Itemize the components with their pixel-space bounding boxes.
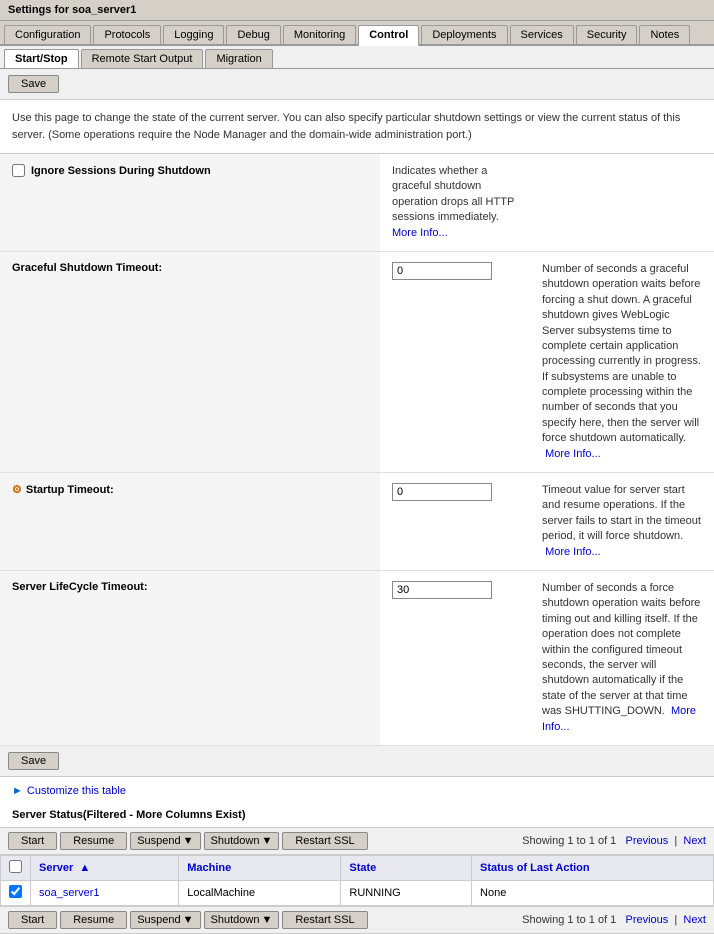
startup-timeout-label-cell: ⚙ Startup Timeout:: [0, 473, 380, 571]
tab-logging[interactable]: Logging: [163, 25, 224, 44]
startup-timeout-row: ⚙ Startup Timeout: Timeout value for serv…: [0, 473, 714, 571]
bottom-suspend-dropdown[interactable]: Suspend ▼: [130, 911, 200, 929]
top-tab-bar: Configuration Protocols Logging Debug Mo…: [0, 21, 714, 46]
graceful-timeout-input-cell: [380, 251, 530, 472]
bottom-save-button[interactable]: Save: [8, 752, 59, 770]
state-col-label: State: [349, 862, 376, 874]
window-title: Settings for soa_server1: [0, 0, 714, 21]
bottom-server-controls: Start Resume Suspend ▼ Shutdown ▼ Restar…: [0, 906, 714, 934]
save-button[interactable]: Save: [8, 75, 59, 93]
tab-migration[interactable]: Migration: [205, 49, 272, 68]
lifecycle-timeout-input[interactable]: [392, 581, 492, 599]
ignore-sessions-label: Ignore Sessions During Shutdown: [31, 165, 211, 177]
col-last-action: Status of Last Action: [472, 855, 714, 880]
startup-timeout-input-cell: [380, 473, 530, 571]
server-name-link[interactable]: soa_server1: [39, 887, 100, 899]
server-table-title: Server Status(Filtered - More Columns Ex…: [0, 805, 714, 827]
bottom-restart-ssl-button[interactable]: Restart SSL: [282, 911, 367, 929]
last-action-col-label: Status of Last Action: [480, 862, 590, 874]
customize-link[interactable]: ► Customize this table: [0, 777, 714, 805]
select-all-checkbox[interactable]: [9, 860, 22, 873]
settings-table: Ignore Sessions During Shutdown Indicate…: [0, 154, 714, 746]
tab-protocols[interactable]: Protocols: [93, 25, 161, 44]
bottom-start-button[interactable]: Start: [8, 911, 57, 929]
row-machine: LocalMachine: [179, 880, 341, 905]
lifecycle-timeout-desc: Number of seconds a force shutdown opera…: [530, 570, 714, 745]
top-restart-ssl-button[interactable]: Restart SSL: [282, 832, 367, 850]
top-suspend-dropdown[interactable]: Suspend ▼: [130, 832, 200, 850]
suspend-chevron-icon: ▼: [183, 835, 194, 847]
graceful-timeout-row: Graceful Shutdown Timeout: Number of sec…: [0, 251, 714, 472]
settings-section: Ignore Sessions During Shutdown Indicate…: [0, 154, 714, 746]
bottom-previous-link[interactable]: Previous: [625, 914, 668, 926]
graceful-timeout-input[interactable]: [392, 262, 492, 280]
bottom-shutdown-dropdown[interactable]: Shutdown ▼: [204, 911, 280, 929]
ignore-sessions-checkbox[interactable]: [12, 164, 25, 177]
startup-icon: ⚙: [12, 484, 22, 496]
row-server-name: soa_server1: [31, 880, 179, 905]
col-machine: Machine: [179, 855, 341, 880]
top-server-controls: Start Resume Suspend ▼ Shutdown ▼ Restar…: [0, 827, 714, 855]
customize-anchor[interactable]: Customize this table: [27, 785, 126, 797]
col-server[interactable]: Server ▲: [31, 855, 179, 880]
shutdown-chevron-icon: ▼: [261, 835, 272, 847]
tab-debug[interactable]: Debug: [226, 25, 280, 44]
header-checkbox-cell: [1, 855, 31, 880]
top-previous-link[interactable]: Previous: [625, 835, 668, 847]
top-start-button[interactable]: Start: [8, 832, 57, 850]
tab-control[interactable]: Control: [358, 25, 419, 46]
graceful-timeout-label: Graceful Shutdown Timeout:: [0, 251, 380, 472]
tab-start-stop[interactable]: Start/Stop: [4, 49, 79, 68]
startup-timeout-input[interactable]: [392, 483, 492, 501]
top-pagination: Showing 1 to 1 of 1 Previous | Next: [522, 835, 706, 847]
bottom-shutdown-chevron-icon: ▼: [261, 914, 272, 926]
row-checkbox-cell: [1, 880, 31, 905]
table-row: soa_server1 LocalMachine RUNNING None: [1, 880, 714, 905]
row-checkbox[interactable]: [9, 885, 22, 898]
bottom-pagination: Showing 1 to 1 of 1 Previous | Next: [522, 914, 706, 926]
bottom-resume-button[interactable]: Resume: [60, 911, 127, 929]
tab-configuration[interactable]: Configuration: [4, 25, 91, 44]
tab-security[interactable]: Security: [576, 25, 638, 44]
bottom-suspend-chevron-icon: ▼: [183, 914, 194, 926]
server-data-table: Server ▲ Machine State Status of Last Ac…: [0, 855, 714, 906]
bottom-controls-left: Start Resume Suspend ▼ Shutdown ▼ Restar…: [8, 911, 368, 929]
startup-timeout-more-info[interactable]: More Info...: [545, 546, 601, 558]
top-next-link[interactable]: Next: [683, 835, 706, 847]
startup-timeout-label: Startup Timeout:: [26, 484, 114, 496]
tab-services[interactable]: Services: [510, 25, 574, 44]
sort-icon: ▲: [79, 862, 90, 874]
server-col-label: Server: [39, 862, 73, 874]
arrow-icon: ►: [12, 785, 23, 797]
ignore-sessions-more-info[interactable]: More Info...: [392, 227, 448, 239]
page-description: Use this page to change the state of the…: [0, 100, 714, 154]
tab-notes[interactable]: Notes: [639, 25, 690, 44]
bottom-next-link[interactable]: Next: [683, 914, 706, 926]
toolbar: Save: [0, 69, 714, 100]
row-state: RUNNING: [341, 880, 472, 905]
tab-remote-start-output[interactable]: Remote Start Output: [81, 49, 204, 68]
lifecycle-timeout-row: Server LifeCycle Timeout: Number of seco…: [0, 570, 714, 745]
top-resume-button[interactable]: Resume: [60, 832, 127, 850]
top-shutdown-dropdown[interactable]: Shutdown ▼: [204, 832, 280, 850]
ignore-sessions-row: Ignore Sessions During Shutdown Indicate…: [0, 154, 714, 251]
startup-timeout-desc: Timeout value for server start and resum…: [530, 473, 714, 571]
col-state: State: [341, 855, 472, 880]
lifecycle-timeout-label: Server LifeCycle Timeout:: [0, 570, 380, 745]
ignore-sessions-label-cell: Ignore Sessions During Shutdown: [0, 154, 380, 251]
bottom-showing-text: Showing 1 to 1 of 1: [522, 914, 616, 926]
ignore-sessions-desc: Indicates whether a graceful shutdown op…: [380, 154, 530, 251]
graceful-timeout-more-info[interactable]: More Info...: [545, 448, 601, 460]
graceful-timeout-desc: Number of seconds a graceful shutdown op…: [530, 251, 714, 472]
top-showing-text: Showing 1 to 1 of 1: [522, 835, 616, 847]
table-header-row: Server ▲ Machine State Status of Last Ac…: [1, 855, 714, 880]
second-tab-bar: Start/Stop Remote Start Output Migration: [0, 46, 714, 69]
machine-col-label: Machine: [187, 862, 231, 874]
tab-monitoring[interactable]: Monitoring: [283, 25, 356, 44]
row-last-action: None: [472, 880, 714, 905]
top-controls-left: Start Resume Suspend ▼ Shutdown ▼ Restar…: [8, 832, 368, 850]
tab-deployments[interactable]: Deployments: [421, 25, 507, 44]
bottom-toolbar: Save: [0, 746, 714, 777]
lifecycle-timeout-input-cell: [380, 570, 530, 745]
